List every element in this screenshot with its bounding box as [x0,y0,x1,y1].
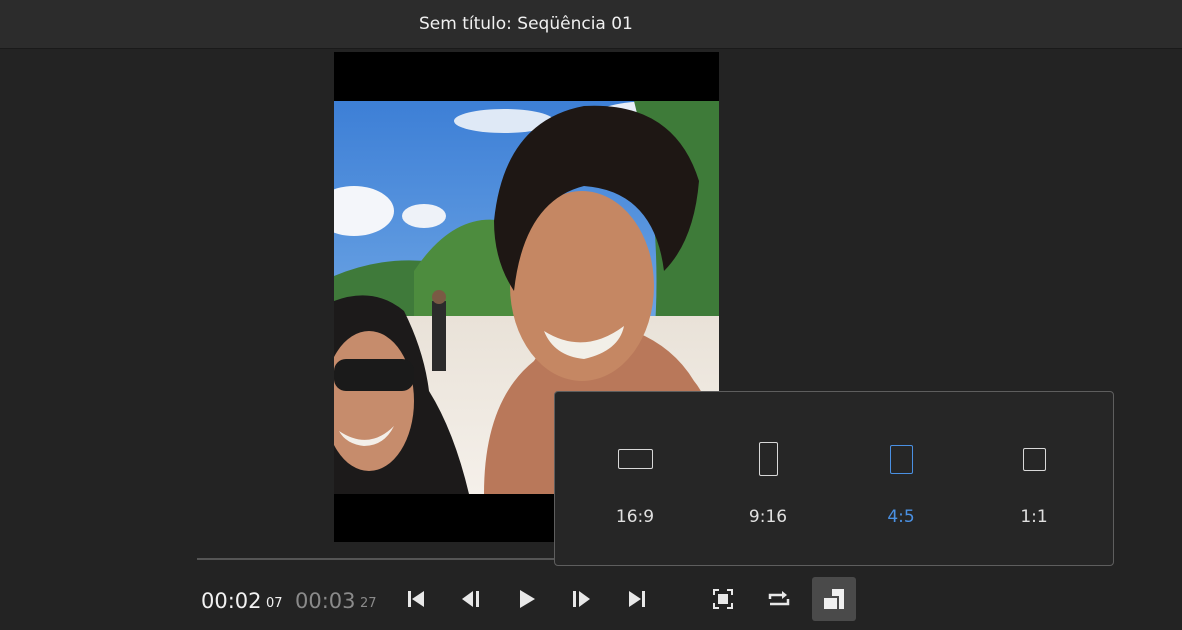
step-back-icon [462,591,479,607]
aspect-ratio-icon [824,589,844,609]
current-timecode[interactable]: 00:02 [201,589,262,613]
aspect-option-label: 16:9 [615,507,655,527]
aspect-option-4-5[interactable]: 4:5 [851,392,951,567]
fit-frame-button[interactable] [707,583,739,615]
aspect-ratio-popup: 16:9 9:16 4:5 1:1 [554,391,1114,566]
play-icon [520,590,535,608]
play-button[interactable] [510,583,542,615]
landscape-frame-icon [618,449,653,469]
fit-frame-icon [713,589,733,609]
step-forward-button[interactable] [565,583,597,615]
loop-icon [768,591,790,606]
sequence-title: Sem título: Seqüência 01 [419,14,633,34]
current-timecode-frames: 07 [266,596,283,611]
playback-scrubber[interactable] [197,558,557,560]
skip-to-end-icon [629,591,645,607]
aspect-option-1-1[interactable]: 1:1 [984,392,1084,567]
aspect-ratio-button[interactable] [812,577,856,621]
title-bar: Sem título: Seqüência 01 [0,0,1182,49]
four-five-frame-icon [890,445,913,474]
go-to-in-point-button[interactable] [400,583,432,615]
aspect-option-9-16[interactable]: 9:16 [718,392,818,567]
square-frame-icon [1023,448,1046,471]
duration-timecode: 00:03 [295,589,356,613]
duration-timecode-frames: 27 [360,596,377,611]
go-to-out-point-button[interactable] [621,583,653,615]
step-forward-icon [573,591,590,607]
skip-to-start-icon [408,591,424,607]
aspect-option-label: 4:5 [887,507,915,527]
aspect-option-label: 9:16 [748,507,788,527]
step-back-button[interactable] [455,583,487,615]
aspect-option-16-9[interactable]: 16:9 [585,392,685,567]
portrait-frame-icon [759,442,778,476]
loop-button[interactable] [763,583,795,615]
aspect-option-label: 1:1 [1020,507,1048,527]
